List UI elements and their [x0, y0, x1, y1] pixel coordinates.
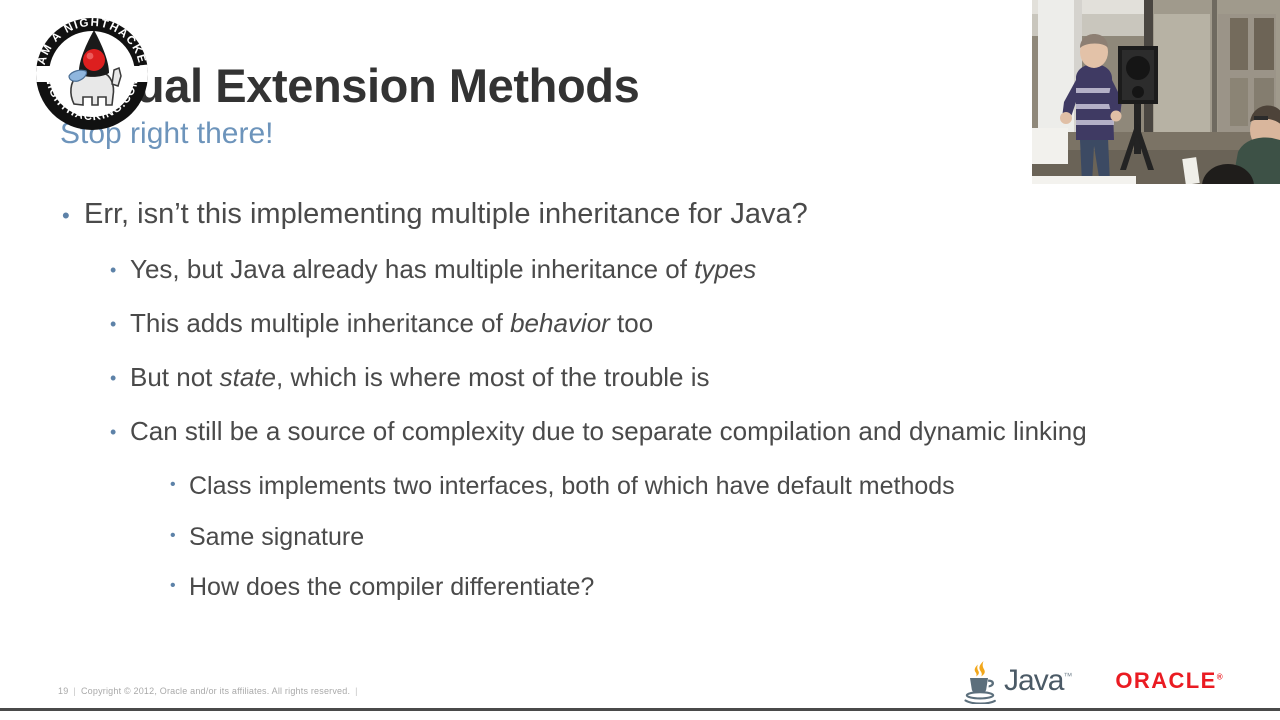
- bullet-text: Err, isn’t this implementing multiple in…: [84, 198, 808, 230]
- bullet-text: Same signature: [189, 522, 365, 551]
- bullet-text: Yes, but Java already has multiple inher…: [130, 253, 1222, 287]
- java-coffee-cup-icon: [964, 661, 996, 704]
- java-trademark-symbol: ™: [1063, 671, 1072, 681]
- bullet-dot-icon: •: [110, 313, 117, 334]
- bullet-dot-icon: •: [170, 526, 176, 544]
- oracle-wordmark-text: ORACLE: [1115, 668, 1217, 693]
- bullet-text-emphasis: types: [694, 254, 757, 285]
- bullet-text-pre: But not: [130, 361, 220, 392]
- bullet-text-pre: Yes, but Java already has multiple inher…: [130, 254, 695, 285]
- bullet-item-level2: • Yes, but Java already has multiple inh…: [110, 253, 1222, 287]
- java-wordmark: Java™: [1004, 664, 1072, 697]
- title-block: Virtual Extension Methods Stop right the…: [60, 62, 960, 149]
- bottom-divider-rule: [0, 708, 1280, 711]
- footer-separator-trailing: |: [355, 686, 358, 696]
- bullet-dot-icon: •: [170, 577, 176, 595]
- footer-separator: |: [73, 686, 76, 696]
- oracle-trademark-symbol: ®: [1216, 672, 1224, 682]
- bullet-dot-icon: •: [62, 203, 70, 228]
- bullet-dot-icon: •: [110, 421, 117, 442]
- nighthacking-badge-icon: I AM A NIGHTHACKER NIGHTHACKING.COM: [35, 17, 148, 130]
- bullet-text: How does the compiler differentiate?: [189, 573, 595, 602]
- bullet-text-pre: This adds multiple inheritance of: [130, 307, 511, 338]
- bullet-dot-icon: •: [170, 476, 176, 494]
- page-title: Virtual Extension Methods: [60, 59, 640, 112]
- bullet-item-level2: • But not state, which is where most of …: [110, 361, 1222, 395]
- bullet-text-post: , which is where most of the trouble is: [276, 361, 710, 392]
- bullet-item-level3: • How does the compiler differentiate?: [170, 571, 1222, 604]
- presenter-video-pip[interactable]: [1032, 0, 1280, 184]
- copyright-text: Copyright © 2012, Oracle and/or its affi…: [80, 686, 351, 696]
- page-subtitle: Stop right there!: [60, 117, 274, 150]
- bullet-dot-icon: •: [110, 260, 117, 281]
- java-logo: Java™: [959, 658, 1072, 704]
- bullet-item-level1: • Err, isn’t this implementing multiple …: [62, 196, 1222, 233]
- video-frame: [1032, 0, 1280, 184]
- bottom-white-strip: [0, 711, 1280, 720]
- slide-number: 19: [58, 686, 69, 696]
- bullet-text: This adds multiple inheritance of behavi…: [130, 307, 1222, 341]
- oracle-logo: ORACLE®: [1115, 670, 1224, 692]
- nighthacking-logo: I AM A NIGHTHACKER NIGHTHACKING.COM: [22, 8, 162, 136]
- bullet-text: Class implements two interfaces, both of…: [189, 472, 955, 501]
- bullet-text: But not state, which is where most of th…: [130, 361, 1222, 395]
- slide-body: • Err, isn’t this implementing multiple …: [62, 196, 1222, 614]
- footer-copyright: 19 | Copyright © 2012, Oracle and/or its a…: [58, 686, 363, 696]
- bullet-text-post: too: [609, 307, 654, 338]
- bullet-text-emphasis: state: [219, 361, 276, 392]
- java-wordmark-text: Java: [1004, 664, 1064, 697]
- bullet-item-level3: • Same signature: [170, 521, 1222, 554]
- bullet-item-level2: • This adds multiple inheritance of beha…: [110, 307, 1222, 341]
- footer-logos: Java™ ORACLE®: [959, 658, 1224, 704]
- bullet-item-level3: • Class implements two interfaces, both …: [170, 470, 1222, 503]
- bullet-item-level2: • Can still be a source of complexity du…: [110, 415, 1222, 449]
- bullet-text-emphasis: behavior: [510, 307, 610, 338]
- bullet-dot-icon: •: [110, 367, 117, 388]
- bullet-text: Can still be a source of complexity due …: [130, 415, 1087, 446]
- presentation-slide: Virtual Extension Methods Stop right the…: [0, 0, 1280, 720]
